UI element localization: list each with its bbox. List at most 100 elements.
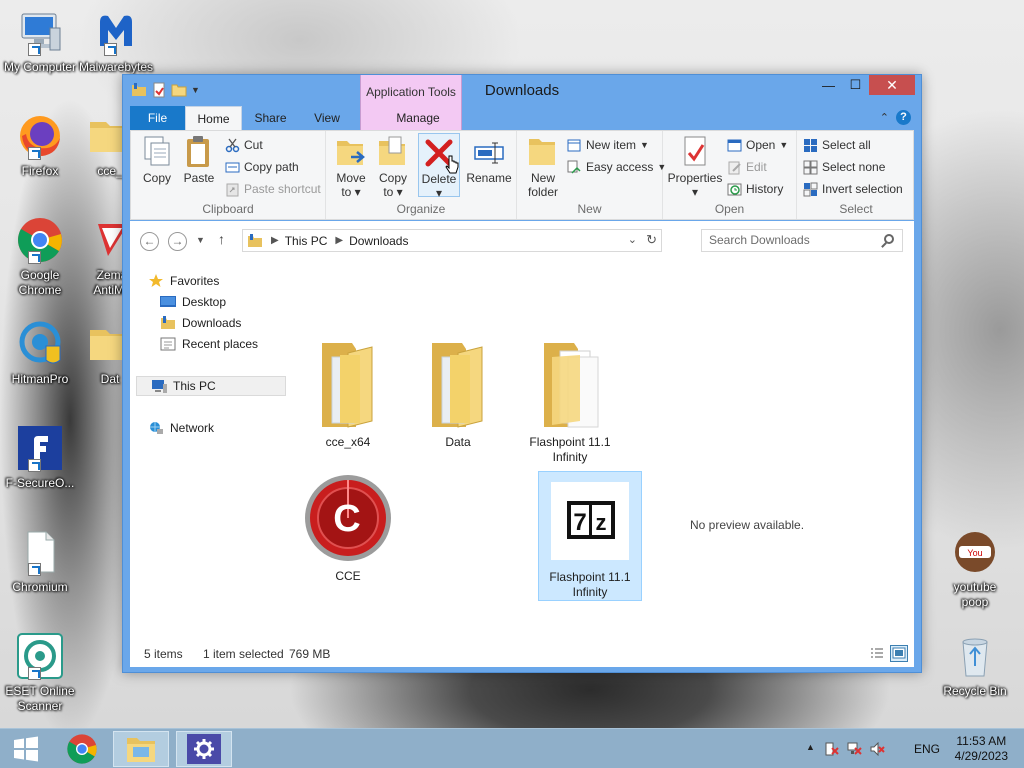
clock[interactable]: 11:53 AM 4/29/2023: [955, 734, 1008, 764]
desktop-icon-my-computer[interactable]: My Computer: [0, 8, 80, 75]
open-icon: [727, 138, 742, 153]
large-icons-view-button[interactable]: [890, 645, 908, 662]
taskbar-chrome[interactable]: [54, 731, 110, 767]
open-group: Properties ▾ Open ▼ Edit History Open: [663, 131, 797, 219]
copy-path-button[interactable]: Copy path: [225, 157, 299, 177]
file-item-data[interactable]: Data: [406, 337, 510, 450]
taskbar-file-explorer[interactable]: [113, 731, 169, 767]
edit-button[interactable]: Edit: [727, 157, 767, 177]
nav-downloads[interactable]: Downloads: [160, 313, 241, 333]
recycle-bin-icon: [951, 632, 999, 680]
action-center-icon[interactable]: [824, 742, 839, 756]
close-button[interactable]: ✕: [869, 75, 915, 95]
taskbar-settings[interactable]: [176, 731, 232, 767]
chevron-down-icon[interactable]: ⌄: [628, 233, 637, 246]
file-item-cce[interactable]: C CCE: [296, 471, 400, 584]
maximize-button[interactable]: ☐: [842, 75, 869, 95]
title-bar[interactable]: ▼ Downloads — ☐ ✕: [123, 75, 921, 105]
open-button[interactable]: Open ▼: [727, 135, 788, 155]
tab-file[interactable]: File: [130, 106, 185, 130]
system-tray: ▲ ENG 11:53 AM 4/29/2023: [804, 729, 1024, 768]
copy-to-button[interactable]: Copy to ▾: [374, 135, 412, 199]
status-bar: 5 items 1 item selected 769 MB: [130, 641, 914, 667]
desktop-icon-chromium[interactable]: Chromium: [0, 528, 80, 595]
content-area: Favorites Desktop Downloads Recent place…: [130, 261, 914, 667]
firefox-icon: [16, 112, 64, 160]
desktop-icon-malwarebytes[interactable]: Malwarebytes: [76, 8, 156, 75]
file-item-flashpoint-7z[interactable]: 7z Flashpoint 11.1 Infinity: [538, 471, 642, 601]
paste-shortcut-button[interactable]: Paste shortcut: [225, 179, 321, 199]
copy-button[interactable]: Copy: [137, 135, 177, 185]
breadcrumb-downloads[interactable]: Downloads: [349, 234, 408, 248]
desktop-icon-recycle-bin[interactable]: Recycle Bin: [935, 632, 1015, 699]
svg-text:You: You: [967, 548, 982, 558]
move-to-icon: [335, 135, 367, 169]
nav-desktop[interactable]: Desktop: [160, 292, 226, 312]
breadcrumb-this-pc[interactable]: This PC: [285, 234, 328, 248]
network-icon[interactable]: [847, 742, 862, 756]
collapse-ribbon-icon[interactable]: ⌃: [880, 111, 889, 124]
tab-manage[interactable]: Manage: [367, 106, 469, 130]
new-item-icon: [567, 138, 582, 153]
desktop-icon-chrome[interactable]: Google Chrome: [0, 216, 80, 298]
address-bar[interactable]: ▶ This PC ▶ Downloads ⌄ ↻: [242, 229, 662, 252]
select-none-button[interactable]: Select none: [803, 157, 885, 177]
rename-button[interactable]: Rename: [464, 135, 514, 185]
file-item-flashpoint-folder[interactable]: Flashpoint 11.1 Infinity: [518, 337, 622, 465]
select-all-icon: [803, 138, 818, 153]
hitmanpro-icon: [16, 320, 64, 368]
desktop-icon-youtube-poop[interactable]: You youtube poop: [935, 528, 1015, 610]
history-button[interactable]: History: [727, 179, 783, 199]
status-item-count: 5 items: [144, 647, 183, 661]
volume-muted-icon[interactable]: [870, 741, 885, 757]
scissors-icon: [225, 138, 240, 153]
details-view-button[interactable]: [868, 645, 886, 662]
start-button[interactable]: [0, 729, 52, 768]
nav-recent-places[interactable]: Recent places: [160, 334, 258, 354]
new-folder-button[interactable]: New folder: [523, 135, 563, 199]
status-size: 769 MB: [289, 647, 331, 661]
tab-home[interactable]: Home: [185, 106, 242, 130]
this-pc-icon: [247, 233, 263, 248]
copy-to-icon: [377, 135, 409, 169]
input-language[interactable]: ENG: [914, 742, 940, 756]
nav-this-pc[interactable]: This PC: [136, 376, 286, 396]
cut-button[interactable]: Cut: [225, 135, 263, 155]
desktop-icon-hitmanpro[interactable]: HitmanPro: [0, 320, 80, 387]
folder-icon: [540, 337, 600, 431]
gear-icon: [187, 734, 221, 764]
help-button[interactable]: ?: [896, 110, 911, 125]
invert-selection-button[interactable]: Invert selection: [803, 179, 903, 199]
minimize-button[interactable]: —: [815, 75, 842, 95]
back-button[interactable]: ←: [140, 232, 159, 251]
show-hidden-icons-icon[interactable]: ▲: [806, 742, 821, 756]
tab-view[interactable]: View: [299, 106, 355, 130]
windows-logo-icon: [14, 736, 38, 762]
navigation-bar: ← → ▼ ↑ ▶ This PC ▶ Downloads ⌄ ↻ Search…: [130, 221, 914, 261]
taskbar: ▲ ENG 11:53 AM 4/29/2023: [0, 728, 1024, 768]
file-item-cce-x64[interactable]: cce_x64: [296, 337, 400, 450]
desktop-icon-firefox[interactable]: Firefox: [0, 112, 80, 179]
history-icon: [727, 182, 742, 197]
paste-shortcut-icon: [225, 182, 240, 197]
paste-button[interactable]: Paste: [179, 135, 219, 185]
new-item-button[interactable]: New item ▼: [567, 135, 649, 155]
easy-access-button[interactable]: Easy access ▼: [567, 157, 666, 177]
move-to-button[interactable]: Move to ▾: [332, 135, 370, 199]
search-input[interactable]: Search Downloads: [701, 229, 903, 252]
tab-share[interactable]: Share: [242, 106, 299, 130]
nav-network[interactable]: Network: [148, 418, 214, 438]
organize-group: Move to ▾ Copy to ▾ Delete ▾ Rename Orga…: [326, 131, 517, 219]
refresh-icon[interactable]: ↻: [646, 232, 657, 248]
forward-button[interactable]: →: [168, 232, 187, 251]
new-group: New folder New item ▼ Easy access ▼ New: [517, 131, 666, 219]
properties-button[interactable]: Properties ▾: [665, 135, 725, 199]
desktop-icon-fsecure[interactable]: F-SecureO...: [0, 424, 80, 491]
large-icons-view-icon: [892, 647, 906, 659]
up-arrow-icon[interactable]: ↑: [218, 231, 225, 247]
recent-locations-icon[interactable]: ▼: [196, 235, 205, 245]
select-all-button[interactable]: Select all: [803, 135, 871, 155]
desktop-icon-eset[interactable]: ESET Online Scanner: [0, 632, 80, 714]
nav-favorites[interactable]: Favorites: [148, 271, 219, 291]
file-icon: [16, 528, 64, 576]
